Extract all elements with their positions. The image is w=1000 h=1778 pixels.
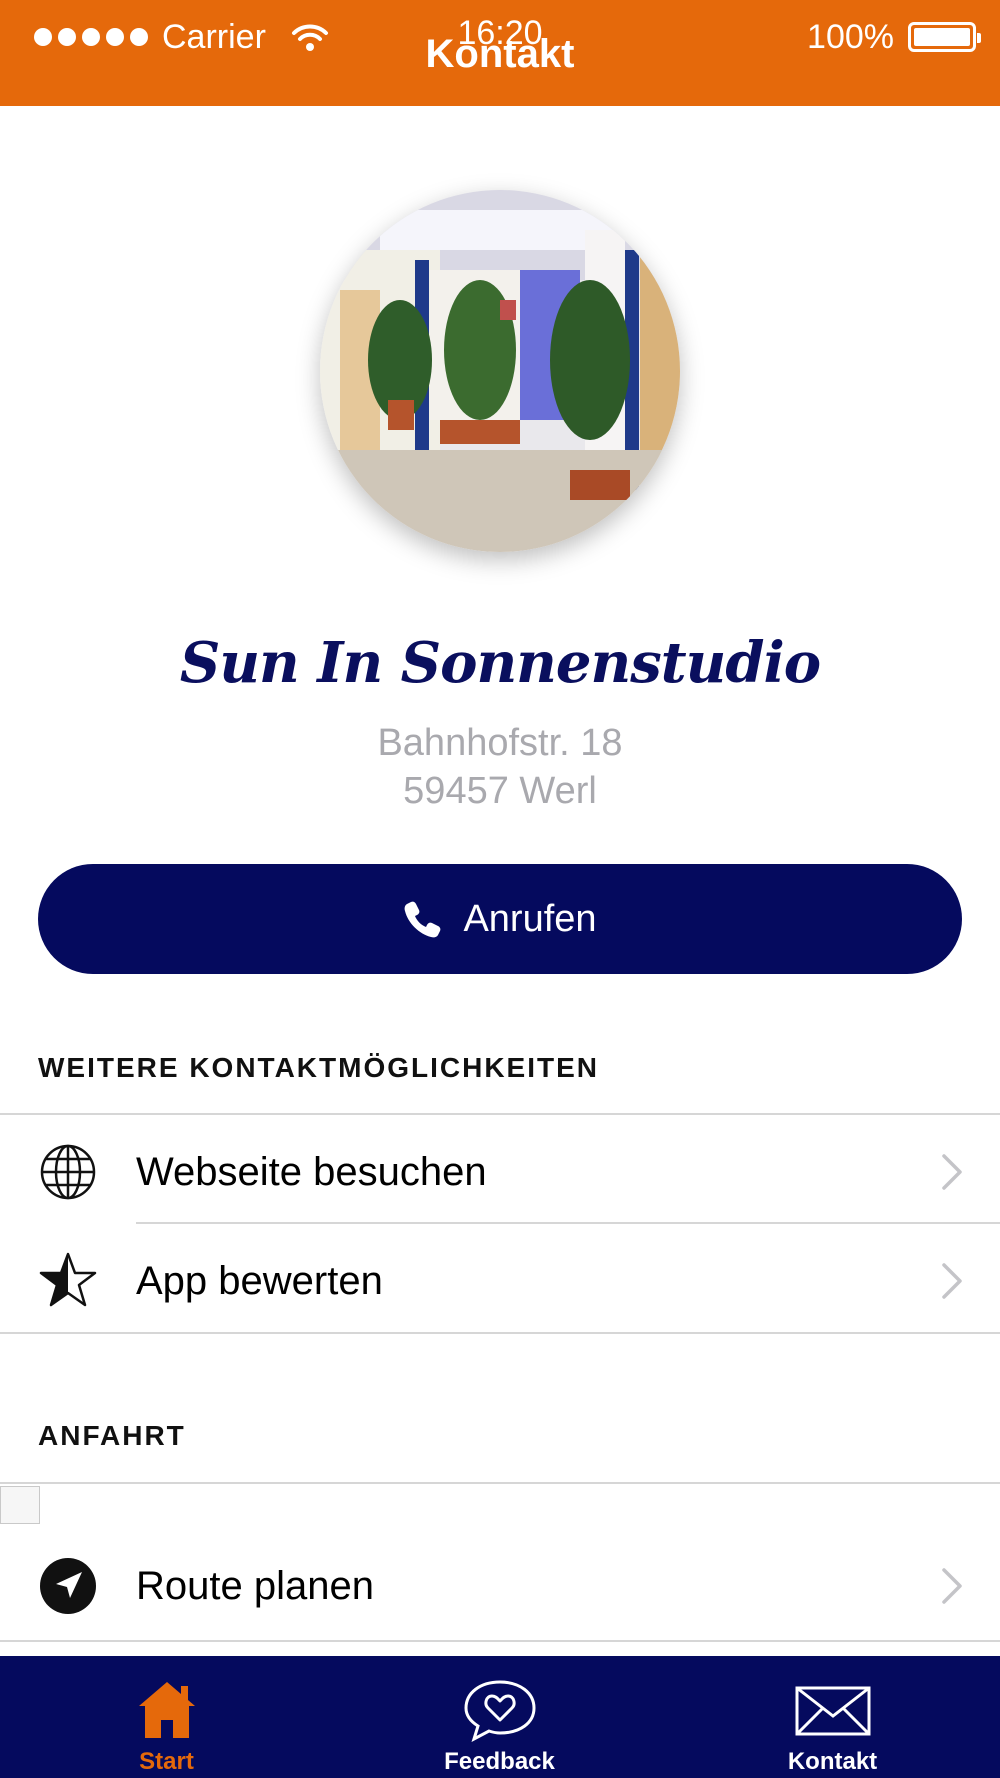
- tab-start[interactable]: Start: [0, 1656, 333, 1778]
- divider: [0, 1113, 1000, 1115]
- studio-photo: [320, 190, 680, 552]
- chevron-right-icon: [942, 1154, 962, 1190]
- chevron-right-icon: [942, 1263, 962, 1299]
- status-right: 100%: [807, 16, 981, 58]
- divider: [0, 1332, 1000, 1334]
- map-image-placeholder[interactable]: [0, 1486, 40, 1524]
- call-button-label: Anrufen: [463, 897, 597, 940]
- list-item-label: Webseite besuchen: [136, 1149, 487, 1194]
- list-item-label: App bewerten: [136, 1258, 383, 1303]
- list-item-rate-app[interactable]: App bewerten: [0, 1227, 1000, 1335]
- phone-icon: [405, 901, 441, 938]
- tab-kontakt[interactable]: Kontakt: [666, 1656, 999, 1778]
- tab-label: Start: [139, 1748, 194, 1775]
- divider: [0, 1640, 1000, 1642]
- list-item-label: Route planen: [136, 1563, 374, 1608]
- home-icon: [138, 1682, 195, 1738]
- address-street: Bahnhofstr. 18: [377, 722, 623, 764]
- globe-icon: [38, 1142, 98, 1202]
- list-item-route[interactable]: Route planen: [0, 1532, 1000, 1640]
- tab-feedback[interactable]: Feedback: [333, 1656, 666, 1778]
- navigation-arrow-icon: [38, 1556, 98, 1616]
- chevron-right-icon: [942, 1568, 962, 1604]
- star-icon: [38, 1251, 98, 1311]
- battery-percentage: 100%: [807, 17, 894, 56]
- tab-label: Feedback: [444, 1748, 555, 1775]
- tab-bar: Start Feedback Kontakt: [0, 1656, 1000, 1778]
- call-button[interactable]: Anrufen: [38, 864, 962, 974]
- business-name: Sun In Sonnenstudio: [179, 630, 821, 696]
- divider: [136, 1222, 1000, 1224]
- top-bar: Carrier 16:20 Kontakt 100%: [0, 0, 1000, 106]
- divider: [0, 1482, 1000, 1484]
- address-city: 59457 Werl: [403, 770, 597, 812]
- envelope-icon: [795, 1686, 870, 1736]
- list-item-website[interactable]: Webseite besuchen: [0, 1118, 1000, 1226]
- section-header-contact-options: WEITERE KONTAKTMÖGLICHKEITEN: [38, 1052, 600, 1083]
- section-header-directions: ANFAHRT: [38, 1420, 186, 1451]
- tab-label: Kontakt: [787, 1748, 878, 1775]
- battery-icon: [908, 22, 981, 52]
- heart-speech-bubble-icon: [463, 1680, 536, 1742]
